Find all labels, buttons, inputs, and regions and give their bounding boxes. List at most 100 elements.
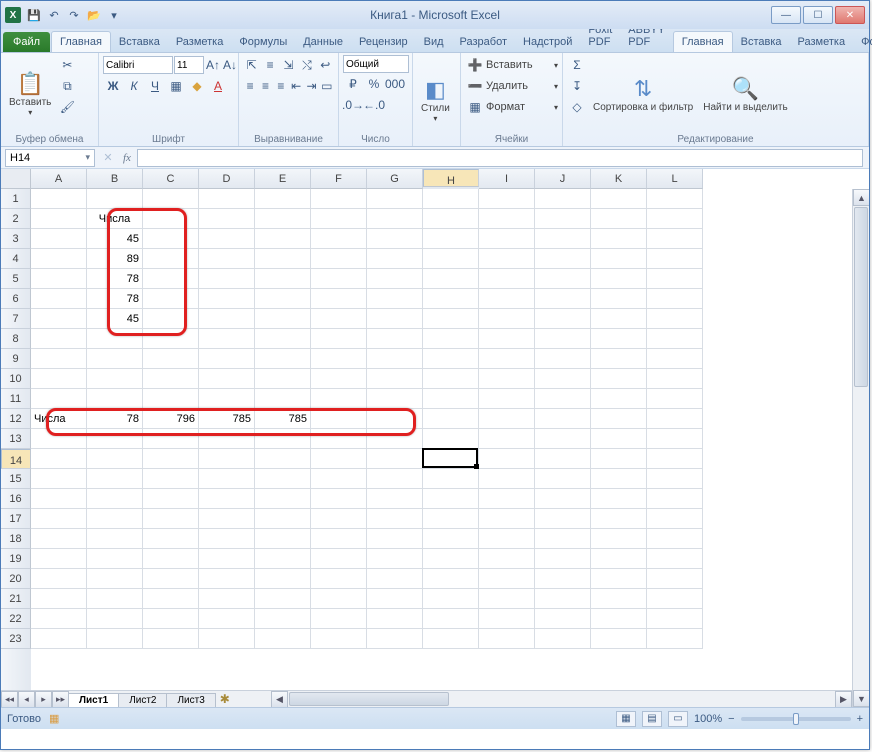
paste-button[interactable]: 📋 Вставить ▾ [5,55,55,133]
cell-A4[interactable] [31,249,87,269]
cell-C9[interactable] [143,349,199,369]
cell-C13[interactable] [143,429,199,449]
cell-G22[interactable] [367,609,423,629]
cell-L13[interactable] [647,429,703,449]
next-sheet-icon[interactable]: ▸ [35,691,52,708]
cell-D5[interactable] [199,269,255,289]
cell-B22[interactable] [87,609,143,629]
cell-J22[interactable] [535,609,591,629]
cell-F12[interactable] [311,409,367,429]
cell-E18[interactable] [255,529,311,549]
cell-J20[interactable] [535,569,591,589]
cell-K6[interactable] [591,289,647,309]
cell-C16[interactable] [143,489,199,509]
tab-разметка[interactable]: Разметка [168,32,232,52]
col-header-L[interactable]: L [647,169,703,189]
cell-E13[interactable] [255,429,311,449]
cell-B3[interactable]: 45 [87,229,143,249]
cell-B11[interactable] [87,389,143,409]
cell-B6[interactable]: 78 [87,289,143,309]
cell-B19[interactable] [87,549,143,569]
cell-J15[interactable] [535,469,591,489]
cell-A2[interactable] [31,209,87,229]
cell-H3[interactable] [423,229,479,249]
col-header-A[interactable]: A [31,169,87,189]
cell-I15[interactable] [479,469,535,489]
cell-D16[interactable] [199,489,255,509]
cell-A6[interactable] [31,289,87,309]
cell-D11[interactable] [199,389,255,409]
new-sheet-icon[interactable]: ✱ [216,692,234,706]
macro-record-icon[interactable]: ▦ [49,712,59,725]
row-header-6[interactable]: 6 [1,289,31,309]
cell-G7[interactable] [367,309,423,329]
increase-indent-icon[interactable]: ⇥ [304,76,318,96]
scroll-right-icon[interactable]: ▶ [835,691,852,707]
col-header-D[interactable]: D [199,169,255,189]
cell-E16[interactable] [255,489,311,509]
row-header-16[interactable]: 16 [1,489,31,509]
cell-C10[interactable] [143,369,199,389]
tab-рецензир[interactable]: Рецензир [351,32,416,52]
cell-G8[interactable] [367,329,423,349]
cell-G9[interactable] [367,349,423,369]
normal-view-icon[interactable]: ▦ [616,711,636,727]
cell-L2[interactable] [647,209,703,229]
cell-D8[interactable] [199,329,255,349]
cell-C8[interactable] [143,329,199,349]
tab-3[interactable]: Формулы [853,32,872,52]
row-header-15[interactable]: 15 [1,469,31,489]
cell-L10[interactable] [647,369,703,389]
cell-K9[interactable] [591,349,647,369]
cell-C22[interactable] [143,609,199,629]
cell-H16[interactable] [423,489,479,509]
cell-D13[interactable] [199,429,255,449]
cell-E2[interactable] [255,209,311,229]
cell-G14[interactable] [367,449,423,469]
cell-D22[interactable] [199,609,255,629]
tab-0[interactable]: Главная [673,31,733,52]
prev-sheet-icon[interactable]: ◂ [18,691,35,708]
cell-I19[interactable] [479,549,535,569]
cell-F11[interactable] [311,389,367,409]
cell-J3[interactable] [535,229,591,249]
row-header-12[interactable]: 12 [1,409,31,429]
cell-E3[interactable] [255,229,311,249]
align-bottom-icon[interactable]: ⇲ [280,55,297,75]
cell-K22[interactable] [591,609,647,629]
cell-F20[interactable] [311,569,367,589]
cell-K1[interactable] [591,189,647,209]
cell-A12[interactable]: Числа [31,409,87,429]
cell-A9[interactable] [31,349,87,369]
row-header-22[interactable]: 22 [1,609,31,629]
cell-J8[interactable] [535,329,591,349]
cell-F17[interactable] [311,509,367,529]
cell-G11[interactable] [367,389,423,409]
cell-E22[interactable] [255,609,311,629]
cell-H12[interactable] [423,409,479,429]
cell-E8[interactable] [255,329,311,349]
cell-A21[interactable] [31,589,87,609]
save-icon[interactable]: 💾 [25,6,43,24]
cell-L9[interactable] [647,349,703,369]
cell-F23[interactable] [311,629,367,649]
currency-icon[interactable]: ₽ [343,74,363,94]
cell-H5[interactable] [423,269,479,289]
cell-D19[interactable] [199,549,255,569]
cell-I12[interactable] [479,409,535,429]
scroll-left-icon[interactable]: ◀ [271,691,288,707]
fill-icon[interactable]: ↧ [567,76,587,96]
cell-L15[interactable] [647,469,703,489]
cell-F16[interactable] [311,489,367,509]
cell-H22[interactable] [423,609,479,629]
cell-J9[interactable] [535,349,591,369]
cell-D1[interactable] [199,189,255,209]
cell-K8[interactable] [591,329,647,349]
formula-input[interactable] [137,149,863,167]
cell-J21[interactable] [535,589,591,609]
cell-L6[interactable] [647,289,703,309]
cell-G12[interactable] [367,409,423,429]
cell-F9[interactable] [311,349,367,369]
cell-C14[interactable] [143,449,199,469]
cell-D17[interactable] [199,509,255,529]
